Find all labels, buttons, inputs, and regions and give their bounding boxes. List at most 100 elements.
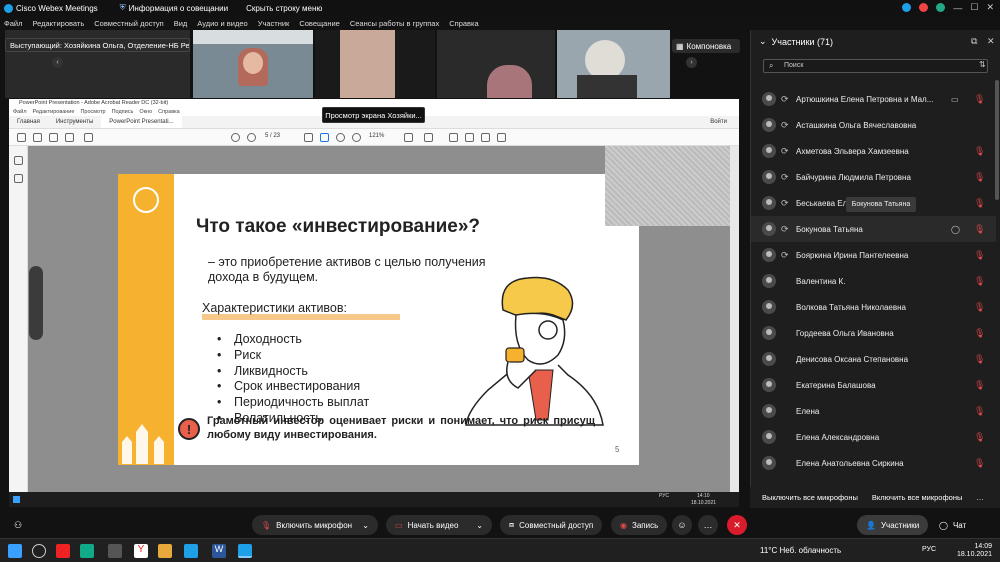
chat-button[interactable]: ◯ Чат [930,515,975,535]
participant-row[interactable]: Екатерина Балашова 🎙 [751,372,996,398]
menu-audio-video[interactable]: Аудио и видео [197,19,247,28]
mic-muted-icon[interactable]: 🎙 [974,198,985,209]
page-indicator[interactable]: 5 / 23 [265,133,280,139]
participant-row[interactable]: Волкова Татьяна Николаевна 🎙 [751,294,996,320]
zoom-out-icon[interactable] [336,133,345,142]
chevron-down-icon[interactable]: ⌄ [476,521,483,530]
close-panel-icon[interactable]: ✕ [987,36,995,47]
popout-icon[interactable]: ⧉ [971,36,977,47]
share-button[interactable]: ⧈ Совместный доступ [500,515,603,535]
cursor-icon[interactable] [304,133,313,142]
highlight-icon[interactable] [481,133,490,142]
mic-muted-icon[interactable]: 🎙 [974,328,985,339]
mic-muted-icon[interactable]: 🎙 [974,94,985,105]
adobe-menu-item[interactable]: Просмотр [80,108,105,116]
menu-help[interactable]: Справка [449,19,478,28]
bluetooth-icon[interactable]: ⚇ [8,515,28,535]
mic-muted-icon[interactable]: 🎙 [974,172,985,183]
chevron-down-icon[interactable]: ⌄ [759,36,767,47]
participant-row[interactable]: Елена Анатольевна Сиркина 🎙 [751,450,996,476]
task-view-icon[interactable] [108,544,122,558]
participant-row[interactable]: Елена 🎙 [751,398,996,424]
more-options-icon[interactable]: … [976,493,984,502]
participant-row[interactable]: ⟳ Асташкина Ольга Вячеславовна [751,112,996,138]
word-icon[interactable]: W [212,544,226,558]
sign-icon[interactable] [497,133,506,142]
menu-view[interactable]: Вид [174,19,188,28]
mail-icon[interactable] [65,133,74,142]
sort-icon[interactable]: ⇅ [979,60,986,69]
participant-row[interactable]: Елена Александровна 🎙 [751,424,996,450]
zoom-in-icon[interactable] [352,133,361,142]
adobe-login[interactable]: Войти [702,116,739,128]
participants-button[interactable]: 👤 Участники [857,515,929,535]
adobe-menu-item[interactable]: Окно [139,108,152,116]
participants-search-input[interactable]: Поиск [763,59,988,73]
pen-icon[interactable] [465,133,474,142]
mic-muted-icon[interactable]: 🎙 [974,458,985,469]
mic-muted-icon[interactable]: 🎙 [974,354,985,365]
record-button[interactable]: ◉ Запись [611,515,668,535]
system-clock[interactable]: 14:09 18.10.2021 [957,543,992,559]
weather-widget[interactable]: 11°C Неб. облачность [760,546,841,555]
chevron-down-icon[interactable]: ⌄ [362,521,369,530]
attachment-icon[interactable] [14,174,23,183]
print-icon[interactable] [49,133,58,142]
mic-muted-icon[interactable]: 🎙 [974,302,985,313]
user-avatar-icon[interactable] [936,3,946,12]
video-tile[interactable] [315,30,435,98]
mic-muted-icon[interactable]: 🎙 [974,250,985,261]
start-video-button[interactable]: ▭ Начать видео ⌄ [386,515,492,535]
menu-share[interactable]: Совместный доступ [94,19,163,28]
page-up-icon[interactable] [231,133,240,142]
participant-row[interactable]: ⟳ Байчурина Людмила Петровна 🎙 [751,164,996,190]
mic-muted-icon[interactable]: 🎙 [974,146,985,157]
minimize-icon[interactable]: — [953,3,962,13]
hide-menu-bar-button[interactable]: Скрыть строку меню [246,4,322,13]
alert-icon[interactable] [919,3,929,12]
video-tile[interactable] [557,30,670,98]
meeting-info-button[interactable]: ⛨ Информация о совещании [120,3,228,13]
mic-muted-icon[interactable]: 🎙 [974,380,985,391]
adobe-menu-item[interactable]: Справка [158,108,180,116]
save-icon[interactable] [17,133,26,142]
participants-scrollbar[interactable] [995,80,999,200]
participant-row[interactable]: ⟳ Артюшкина Елена Петровна и Мал... ▭ 🎙 [751,86,996,112]
menu-participant[interactable]: Участник [258,19,290,28]
edge-icon[interactable] [80,544,94,558]
mic-muted-icon[interactable]: 🎙 [974,432,985,443]
file-explorer-icon[interactable] [158,544,172,558]
page-down-icon[interactable] [247,133,256,142]
reactions-icon[interactable]: ☺ [672,515,692,535]
adobe-scrollbar[interactable] [730,146,739,492]
participant-row[interactable]: Гордеева Ольга Ивановна 🎙 [751,320,996,346]
scroll-mode-icon[interactable] [424,133,433,142]
participant-row[interactable]: ⟳ Ахметова Эльвера Хамзеевна 🎙 [751,138,996,164]
participant-row[interactable]: ⟳ Бокунова Татьяна ◯ 🎙 [751,216,996,242]
language-indicator[interactable]: РУС [922,546,936,553]
participant-row[interactable]: Валентина К. 🎙 [751,268,996,294]
end-meeting-icon[interactable]: ✕ [727,515,747,535]
next-video-arrow-icon[interactable]: › [686,57,697,68]
layout-button[interactable]: ▦ Компоновка [672,39,740,53]
participant-row[interactable]: ⟳ Бояркина Ирина Пантелеевна 🎙 [751,242,996,268]
participant-row[interactable]: Денисова Оксана Степановна 🎙 [751,346,996,372]
mic-muted-icon[interactable]: 🎙 [974,406,985,417]
fit-page-icon[interactable] [404,133,413,142]
search-icon[interactable] [84,133,93,142]
adobe-menu-item[interactable]: Подпись [112,108,134,116]
hand-icon[interactable] [320,133,329,142]
maximize-icon[interactable]: ☐ [970,2,978,13]
status-icon[interactable] [902,3,912,12]
tab-home[interactable]: Главная [9,116,48,128]
unmute-button[interactable]: 🎙 Включить микрофон ⌄ [252,515,378,535]
menu-file[interactable]: Файл [4,19,22,28]
tab-tools[interactable]: Инструменты [48,116,101,128]
more-icon[interactable]: … [698,515,718,535]
zoom-level[interactable]: 121% [369,133,384,139]
menu-meeting[interactable]: Совещание [299,19,340,28]
close-icon[interactable]: ✕ [986,2,994,13]
comment-icon[interactable] [449,133,458,142]
chat-icon[interactable]: ◯ [951,225,960,234]
tab-document[interactable]: PowerPoint Presentati... [101,116,182,128]
